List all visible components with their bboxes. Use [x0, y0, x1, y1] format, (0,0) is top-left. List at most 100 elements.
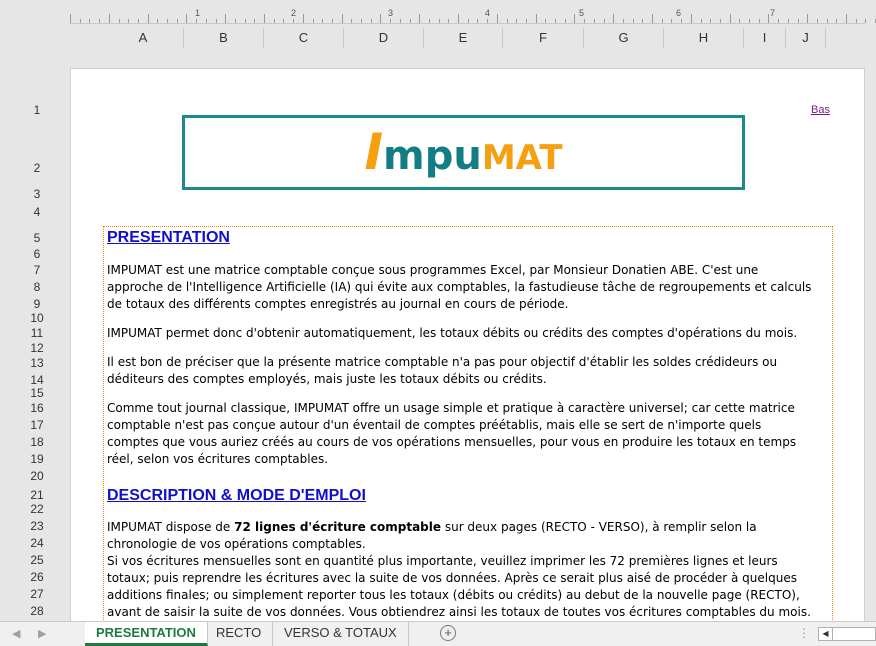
row-header-14[interactable]: 14: [22, 374, 52, 386]
ruler-tick: [632, 19, 634, 23]
row-header-13[interactable]: 13: [22, 357, 52, 369]
ruler-tick: [331, 19, 333, 23]
row-header-8[interactable]: 8: [22, 281, 52, 293]
column-header-h[interactable]: H: [664, 28, 744, 48]
presentation-heading: PRESENTATION: [107, 229, 230, 246]
row-header-27[interactable]: 27: [22, 588, 52, 600]
tab-recto[interactable]: RECTO: [205, 622, 274, 646]
tab-scroll-left-icon[interactable]: ◀: [12, 627, 20, 640]
ruler-tick: [79, 19, 81, 23]
column-header-a[interactable]: A: [103, 28, 184, 48]
column-header-d[interactable]: D: [344, 28, 424, 48]
horizontal-scrollbar[interactable]: ◀: [818, 627, 876, 641]
ruler-tick: [147, 14, 149, 23]
ruler-tick: [855, 19, 857, 23]
ruler-tick: [545, 19, 547, 23]
row-header-2[interactable]: 2: [22, 162, 52, 174]
row-header-17[interactable]: 17: [22, 419, 52, 431]
presentation-paragraph-3: Il est bon de préciser que la présente m…: [107, 355, 778, 386]
add-sheet-icon[interactable]: +: [440, 625, 456, 641]
ruler-tick: [167, 19, 168, 23]
row-header-5[interactable]: 5: [22, 232, 52, 244]
row-header-22[interactable]: 22: [22, 503, 52, 515]
column-header-g[interactable]: G: [584, 28, 664, 48]
description-heading: DESCRIPTION & MODE D'EMPLOI: [107, 487, 366, 504]
row-header-15[interactable]: 15: [22, 387, 52, 399]
logo-mat: MAT: [481, 138, 563, 178]
ruler-tick: [176, 19, 178, 23]
ruler-tick: [525, 19, 527, 23]
row-header-18[interactable]: 18: [22, 436, 52, 448]
row-header-28[interactable]: 28: [22, 605, 52, 617]
row-header-10[interactable]: 10: [22, 312, 52, 324]
ruler-mark: 1: [195, 8, 201, 18]
row-header-16[interactable]: 16: [22, 402, 52, 414]
ruler-tick: [846, 14, 847, 23]
ruler-tick: [196, 19, 198, 23]
ruler-tick: [787, 19, 789, 23]
ruler-tick: [205, 19, 207, 23]
ruler-tick: [351, 19, 353, 23]
presentation-paragraph-2: IMPUMAT permet donc d'obtenir automatiqu…: [107, 326, 798, 340]
row-header-11[interactable]: 11: [22, 327, 52, 339]
row-header-26[interactable]: 26: [22, 571, 52, 583]
ruler-tick: [99, 19, 101, 23]
ruler-tick: [70, 14, 71, 23]
column-header-i[interactable]: I: [744, 28, 786, 48]
ruler-tick: [428, 19, 430, 23]
ruler-tick: [477, 19, 479, 23]
ruler-tick: [467, 19, 469, 23]
column-header-f[interactable]: F: [503, 28, 584, 48]
description-p1-bold: 72 lignes d'écriture comptable: [234, 520, 442, 534]
horizontal-ruler: 1 2 3 4 5 6 7: [70, 4, 876, 24]
ruler-tick: [816, 19, 818, 23]
row-header-7[interactable]: 7: [22, 264, 52, 276]
row-header-21[interactable]: 21: [22, 489, 52, 501]
row-header-4[interactable]: 4: [22, 206, 52, 218]
row-header-19[interactable]: 19: [22, 453, 52, 465]
tab-presentation[interactable]: PRESENTATION: [85, 622, 208, 646]
ruler-tick: [826, 19, 828, 23]
tab-scroll-right-icon[interactable]: ▶: [38, 627, 46, 640]
column-header-e[interactable]: E: [424, 28, 503, 48]
ruler-tick: [244, 19, 246, 23]
row-header-6[interactable]: 6: [22, 248, 52, 260]
ruler-tick: [593, 19, 595, 23]
row-header-23[interactable]: 23: [22, 520, 52, 532]
ruler-tick: [128, 19, 130, 23]
column-header-j[interactable]: J: [786, 28, 826, 48]
ruler-tick: [807, 14, 809, 23]
ruler-tick: [225, 14, 227, 23]
column-headers: ABCDEFGHIJ: [103, 28, 863, 48]
column-header-c[interactable]: C: [264, 28, 344, 48]
ruler-tick: [865, 19, 867, 23]
ruler-tick: [642, 19, 644, 23]
ruler-tick: [496, 14, 498, 23]
logo-frame: ImpuMAT: [182, 115, 745, 190]
ruler-tick: [516, 19, 518, 23]
column-header-b[interactable]: B: [184, 28, 264, 48]
ruler-mark: 5: [579, 8, 585, 18]
presentation-paragraph-4: Comme tout journal classique, IMPUMAT of…: [107, 401, 797, 466]
ruler-tick: [758, 19, 760, 23]
row-header-3[interactable]: 3: [22, 188, 52, 200]
tab-verso-totaux[interactable]: VERSO & TOTAUX: [273, 622, 409, 646]
ruler-tick: [797, 19, 799, 23]
description-p1-start: IMPUMAT dispose de: [107, 520, 235, 534]
more-options-icon[interactable]: ⋮: [798, 626, 810, 640]
row-header-20[interactable]: 20: [22, 470, 52, 482]
ruler-tick: [535, 14, 537, 23]
scroll-left-arrow-icon[interactable]: ◀: [819, 628, 833, 640]
ruler-tick: [312, 19, 314, 23]
row-header-25[interactable]: 25: [22, 554, 52, 566]
row-header-12[interactable]: 12: [22, 342, 52, 354]
ruler-mark: 4: [485, 8, 491, 18]
row-header-9[interactable]: 9: [22, 298, 52, 310]
row-header-24[interactable]: 24: [22, 537, 52, 549]
ruler-tick: [506, 19, 508, 23]
row-header-1[interactable]: 1: [22, 104, 52, 116]
ruler-tick: [390, 19, 392, 23]
ruler-tick: [137, 19, 139, 23]
bas-link[interactable]: Bas: [811, 104, 830, 116]
ruler-tick: [690, 14, 692, 23]
